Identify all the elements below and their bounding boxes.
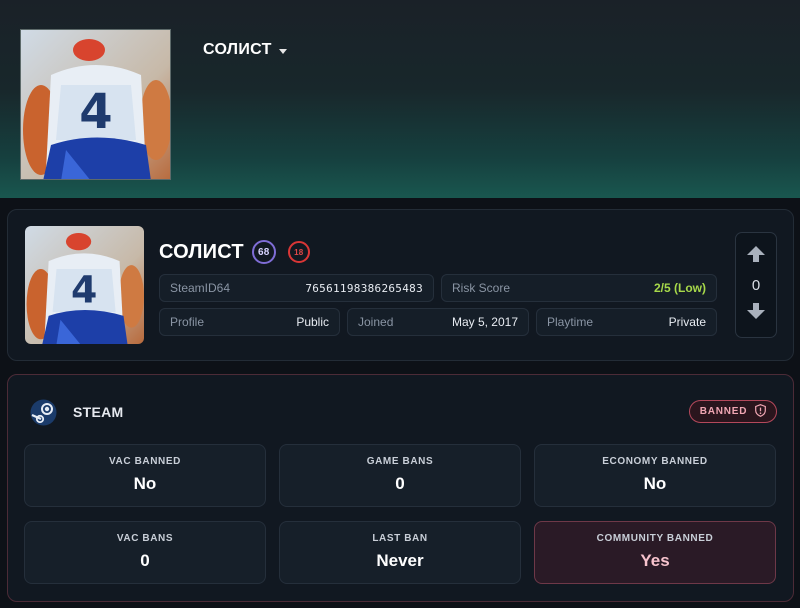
age-restriction-badge: 18 [287,241,310,263]
playtime-field: Playtime Private [536,308,717,336]
profile-header: 4 СОЛИСТ [0,0,800,198]
stat-label: ECONOMY BANNED [602,456,708,467]
avatar: 4 [20,29,171,180]
stat-label: VAC BANS [116,533,174,544]
username-dropdown[interactable]: СОЛИСТ [203,41,287,59]
joined-value: May 5, 2017 [451,315,518,329]
banned-status-label: BANNED [699,406,748,417]
steamid-label: SteamID64 [170,281,231,295]
stat-value: 0 [140,551,150,570]
profile-visibility-field: Profile Public [159,308,340,336]
username-label: СОЛИСТ [203,41,272,58]
joined-label: Joined [358,315,394,329]
stat-value: 0 [395,474,405,493]
stat-label: GAME BANS [366,456,434,467]
banned-status-badge: BANNED [689,400,777,423]
stat-vac-bans: VAC BANS 0 [24,521,266,584]
vote-widget: 0 [735,232,777,338]
risk-score-label: Risk Score [452,281,511,295]
stat-value: Never [376,551,424,570]
svg-text:4: 4 [79,84,112,140]
profile-name: СОЛИСТ [159,240,244,263]
chevron-down-icon [278,49,287,54]
profile-card: 4 СОЛИСТ 68 18 SteamID64 765611983862654… [7,209,794,361]
profile-visibility-value: Public [296,315,329,329]
svg-text:4: 4 [71,268,97,312]
profile-name-row: СОЛИСТ 68 18 [159,240,310,264]
vote-count: 0 [751,276,761,294]
stat-vac-banned: VAC BANNED No [24,444,266,507]
playtime-value: Private [668,315,706,329]
profile-visibility-label: Profile [170,315,205,329]
stat-community-banned: COMMUNITY BANNED Yes [534,521,776,584]
steam-section-title: STEAM [73,404,124,420]
profile-avatar: 4 [25,226,144,344]
risk-score-value: 2/5 (Low) [653,281,706,295]
stat-game-bans: GAME BANS 0 [279,444,521,507]
risk-score-field: Risk Score 2/5 (Low) [441,274,717,302]
steamid-value: 76561198386265483 [305,281,423,295]
playtime-label: Playtime [547,315,594,329]
joined-field: Joined May 5, 2017 [347,308,529,336]
stat-economy-banned: ECONOMY BANNED No [534,444,776,507]
steam-logo-icon [30,399,57,426]
steamid-field[interactable]: SteamID64 76561198386265483 [159,274,434,302]
stat-label: LAST BAN [372,533,428,544]
downvote-arrow-icon[interactable] [746,302,766,325]
upvote-arrow-icon[interactable] [746,245,766,268]
stat-last-ban: LAST BAN Never [279,521,521,584]
level-badge: 68 [251,240,276,264]
stat-label: VAC BANNED [109,456,181,467]
stat-value: Yes [640,551,670,570]
stat-value: No [133,474,157,493]
steam-ban-panel: STEAM BANNED VAC BANNED No GAME BANS 0 E… [7,374,794,602]
stat-value: No [643,474,667,493]
shield-alert-icon [755,403,767,420]
stat-label: COMMUNITY BANNED [596,533,714,544]
